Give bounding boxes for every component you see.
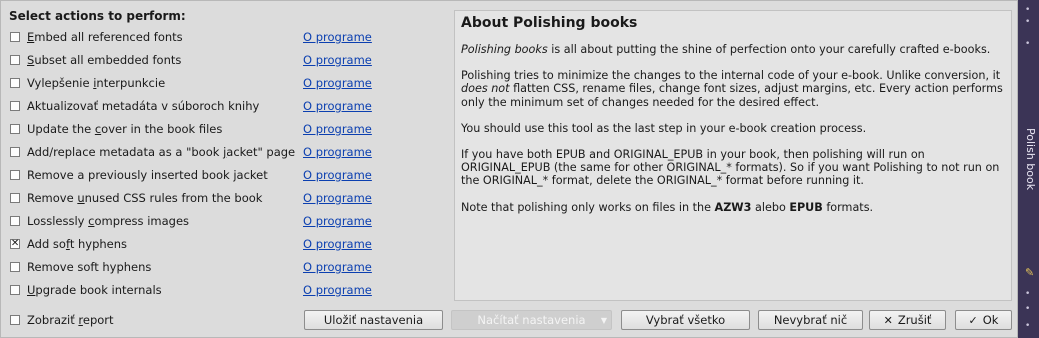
- action-checkbox-row[interactable]: Embed all referenced fonts: [10, 28, 183, 46]
- action-label[interactable]: Remove unused CSS rules from the book: [27, 191, 262, 205]
- about-link[interactable]: O programe: [303, 30, 372, 44]
- about-paragraph-5: Note that polishing only works on files …: [461, 200, 874, 214]
- action-label[interactable]: Aktualizovať metadáta v súboroch knihy: [27, 99, 259, 113]
- about-link[interactable]: O programe: [303, 99, 372, 113]
- action-label[interactable]: Upgrade book internals: [27, 283, 162, 297]
- cancel-button[interactable]: ✕ Zrušiť: [869, 310, 946, 330]
- action-checkbox-row[interactable]: Remove unused CSS rules from the book: [10, 189, 262, 207]
- action-label[interactable]: Losslessly compress images: [27, 214, 189, 228]
- action-checkbox[interactable]: ✕: [10, 239, 20, 249]
- about-title: About Polishing books: [461, 15, 638, 31]
- action-label[interactable]: Embed all referenced fonts: [27, 30, 183, 44]
- about-link[interactable]: O programe: [303, 53, 372, 67]
- about-link[interactable]: O programe: [303, 260, 372, 274]
- action-checkbox[interactable]: [10, 55, 20, 65]
- action-checkbox-row[interactable]: Remove soft hyphens: [10, 258, 151, 276]
- action-label[interactable]: Remove a previously inserted book jacket: [27, 168, 268, 182]
- combo-arrow-icon: ▼: [600, 315, 607, 325]
- action-checkbox[interactable]: [10, 216, 20, 226]
- action-label[interactable]: Vylepšenie interpunkcie: [27, 76, 165, 90]
- about-paragraph-4: If you have both EPUB and ORIGINAL_EPUB …: [461, 148, 1000, 188]
- action-checkbox-row[interactable]: Add/replace metadata as a "book jacket" …: [10, 143, 295, 161]
- action-checkbox-row[interactable]: Update the cover in the book files: [10, 120, 222, 138]
- action-checkbox[interactable]: [10, 101, 20, 111]
- action-checkbox[interactable]: [10, 262, 20, 272]
- about-panel: About Polishing books Polishing books is…: [454, 10, 1012, 301]
- dock-dot-icon: •: [1025, 5, 1031, 15]
- about-link[interactable]: O programe: [303, 122, 372, 136]
- dock-dot-icon: •: [1025, 304, 1031, 314]
- select-none-button[interactable]: Nevybrať nič: [758, 310, 863, 330]
- actions-heading: Select actions to perform:: [9, 9, 186, 23]
- about-link[interactable]: O programe: [303, 76, 372, 90]
- action-checkbox[interactable]: [10, 170, 20, 180]
- show-report-checkbox-row[interactable]: Zobraziť report: [10, 311, 114, 329]
- show-report-label[interactable]: Zobraziť report: [27, 313, 114, 327]
- dock-dot-icon: •: [1025, 289, 1031, 299]
- action-checkbox-row[interactable]: Remove a previously inserted book jacket: [10, 166, 268, 184]
- about-link[interactable]: O programe: [303, 191, 372, 205]
- action-checkbox-row[interactable]: Aktualizovať metadáta v súboroch knihy: [10, 97, 259, 115]
- load-settings-combobox: Načítať nastavenia ▼: [451, 310, 612, 330]
- about-link[interactable]: O programe: [303, 283, 372, 297]
- about-link[interactable]: O programe: [303, 237, 372, 251]
- select-all-button[interactable]: Vybrať všetko: [621, 310, 750, 330]
- dock-dot-icon: •: [1025, 17, 1031, 27]
- polish-dialog: Select actions to perform: Embed all ref…: [0, 0, 1018, 338]
- action-label[interactable]: Add/replace metadata as a "book jacket" …: [27, 145, 295, 159]
- action-checkbox[interactable]: [10, 78, 20, 88]
- action-checkbox-row[interactable]: Losslessly compress images: [10, 212, 189, 230]
- action-label[interactable]: Subset all embedded fonts: [27, 53, 181, 67]
- sidebar-title[interactable]: Polish book: [1019, 128, 1037, 190]
- action-checkbox[interactable]: [10, 32, 20, 42]
- close-icon: ✕: [883, 313, 893, 327]
- show-report-checkbox[interactable]: [10, 315, 20, 325]
- action-checkbox-row[interactable]: Vylepšenie interpunkcie: [10, 74, 165, 92]
- action-checkbox-row[interactable]: Subset all embedded fonts: [10, 51, 181, 69]
- about-link[interactable]: O programe: [303, 168, 372, 182]
- save-settings-button[interactable]: Uložiť nastavenia: [304, 310, 443, 330]
- ok-button[interactable]: ✓ Ok: [955, 310, 1012, 330]
- checkmark-icon: ✓: [968, 313, 978, 327]
- action-label[interactable]: Add soft hyphens: [27, 237, 127, 251]
- brush-icon[interactable]: ✎: [1025, 267, 1034, 278]
- about-link[interactable]: O programe: [303, 145, 372, 159]
- action-checkbox[interactable]: [10, 285, 20, 295]
- action-label[interactable]: Update the cover in the book files: [27, 122, 222, 136]
- dock-dot-icon: •: [1025, 321, 1031, 331]
- about-paragraph-2: Polishing tries to minimize the changes …: [461, 69, 1003, 109]
- about-paragraph-3: You should use this tool as the last ste…: [461, 121, 867, 135]
- action-checkbox[interactable]: [10, 193, 20, 203]
- action-checkbox[interactable]: [10, 147, 20, 157]
- action-checkbox[interactable]: [10, 124, 20, 134]
- action-checkbox-row[interactable]: ✕ Add soft hyphens: [10, 235, 127, 253]
- about-paragraph-1: Polishing books is all about putting the…: [461, 43, 991, 56]
- action-checkbox-row[interactable]: Upgrade book internals: [10, 281, 162, 299]
- dock-dot-icon: •: [1025, 39, 1031, 49]
- about-link[interactable]: O programe: [303, 214, 372, 228]
- action-label[interactable]: Remove soft hyphens: [27, 260, 151, 274]
